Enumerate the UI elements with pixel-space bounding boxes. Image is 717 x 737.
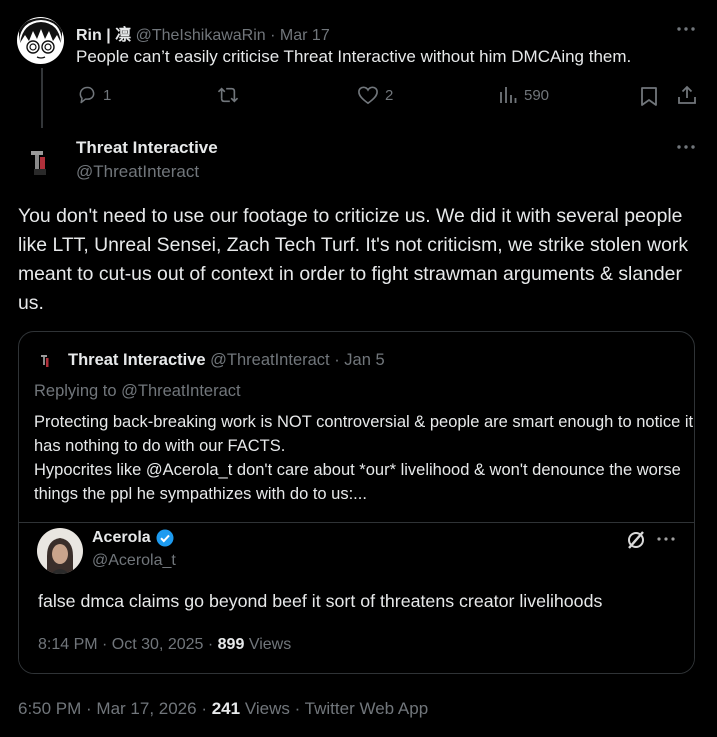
quote-author-name: Threat Interactive	[68, 351, 206, 369]
main-footer: 6:50 PM · Mar 17, 2026 · 241 Views · Twi…	[18, 699, 428, 719]
main-views-count: 241	[211, 699, 241, 718]
retweet-button[interactable]	[217, 85, 239, 105]
share-button[interactable]	[677, 85, 697, 105]
grok-icon	[626, 530, 646, 550]
main-more-icon[interactable]	[676, 142, 696, 152]
reply-icon	[77, 85, 97, 105]
reply-avatar[interactable]	[17, 17, 64, 64]
reply-author-handle[interactable]: @TheIshikawaRin	[136, 27, 266, 44]
quote-author-handle: @ThreatInteract	[210, 351, 330, 369]
thread-line	[41, 68, 43, 128]
main-author-handle[interactable]: @ThreatInteract	[76, 162, 199, 182]
reply-text: People can’t easily criticise Threat Int…	[76, 47, 632, 66]
reply-separator: ·	[270, 27, 276, 44]
embed-footer: 8:14 PM · Oct 30, 2025 · 899 Views	[38, 636, 291, 654]
quote-text: Protecting back-breaking work is NOT con…	[34, 413, 694, 503]
bookmark-icon	[640, 86, 658, 106]
embed-author-name: Acerola	[92, 529, 151, 546]
quote-avatar	[36, 351, 56, 371]
views-button[interactable]: 590	[498, 85, 549, 105]
embed-views-count: 899	[217, 636, 245, 653]
reply-date[interactable]: Mar 17	[280, 27, 330, 44]
main-source: · Twitter Web App	[294, 699, 429, 718]
embed-views-label: Views	[248, 636, 292, 653]
embed-text: false dmca claims go beyond beef it sort…	[38, 591, 603, 611]
quote-header: Threat Interactive @ThreatInteract · Jan…	[68, 351, 385, 370]
reply-author-name[interactable]: Rin | 凛	[76, 27, 131, 44]
like-count: 2	[385, 86, 394, 104]
retweet-icon	[217, 85, 239, 105]
reply-button[interactable]: 1	[77, 85, 111, 105]
verified-badge-icon	[156, 529, 174, 547]
heart-icon	[357, 85, 379, 105]
main-author-name[interactable]: Threat Interactive	[76, 138, 218, 158]
reply-more-icon[interactable]	[676, 24, 696, 34]
main-avatar[interactable]	[17, 139, 64, 186]
quote-replying-to: Replying to @ThreatInteract	[34, 382, 241, 400]
main-text: You don't need to use our footage to cri…	[18, 205, 689, 314]
share-icon	[677, 85, 697, 105]
reply-header: Rin | 凛 @TheIshikawaRin · Mar 17	[76, 21, 330, 45]
main-views-label: Views	[244, 699, 290, 718]
embed-avatar	[37, 528, 83, 574]
embed-time: 8:14 PM · Oct 30, 2025 ·	[38, 636, 214, 653]
like-button[interactable]: 2	[357, 85, 393, 105]
quote-date: · Jan 5	[334, 351, 385, 369]
reply-count: 1	[103, 86, 112, 104]
embed-more-icon	[656, 534, 676, 544]
views-count: 590	[524, 86, 550, 104]
main-timestamp[interactable]: 6:50 PM · Mar 17, 2026 ·	[18, 699, 207, 718]
bookmark-button[interactable]	[640, 86, 658, 106]
views-icon	[498, 85, 518, 105]
embed-header: Acerola	[92, 529, 174, 547]
embed-author-handle: @Acerola_t	[92, 552, 176, 569]
